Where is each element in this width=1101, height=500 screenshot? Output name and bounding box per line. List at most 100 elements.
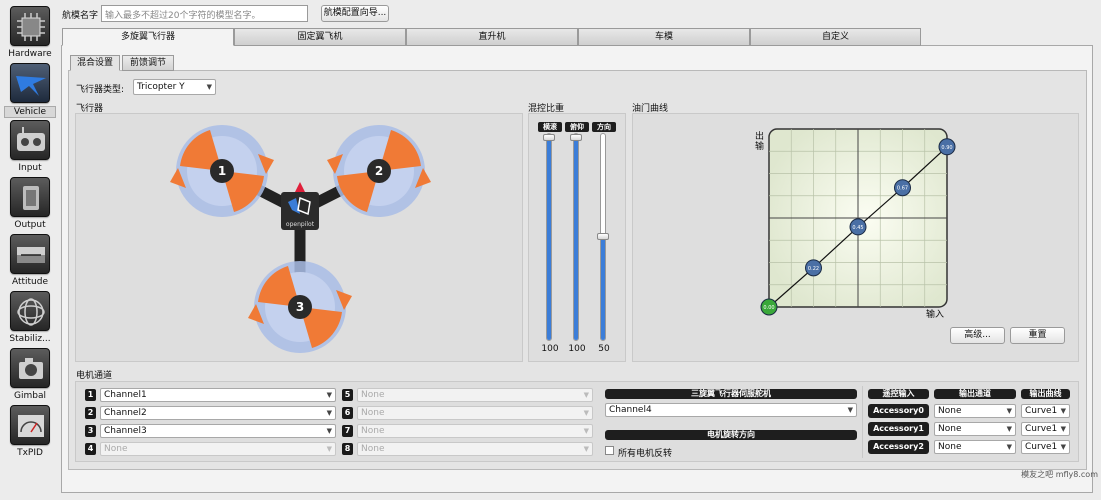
accessory1-channel-select[interactable]: None ▼: [934, 422, 1016, 436]
subtab-feedforward[interactable]: 前馈调节: [122, 55, 174, 71]
curve-point[interactable]: 0.90: [938, 138, 956, 156]
sidebar-item-output[interactable]: Output: [4, 177, 56, 230]
chevron-down-icon: ▼: [583, 409, 589, 417]
curve-point[interactable]: 0.00: [760, 298, 778, 316]
tab-fixed-wing[interactable]: 固定翼飞机: [234, 28, 406, 46]
frame-type-select[interactable]: Tricopter Y ▼: [133, 79, 216, 95]
accessory0-channel-select[interactable]: None ▼: [934, 404, 1016, 418]
sidebar-item-label: Hardware: [8, 49, 52, 59]
vehicle-icon: [10, 63, 50, 103]
tab-custom[interactable]: 自定义: [750, 28, 921, 46]
accessory2-channel-select[interactable]: None ▼: [934, 440, 1016, 454]
accessory0-channel-value: None: [938, 406, 962, 416]
pitch-slider-fill: [574, 134, 578, 340]
gimbal-icon: [10, 348, 50, 388]
frame-type-value: Tricopter Y: [137, 82, 185, 92]
tricopter-servo-value: Channel4: [609, 405, 652, 415]
motor-1-channel-value: Channel1: [104, 390, 147, 400]
advanced-button[interactable]: 高级...: [950, 327, 1005, 344]
sidebar-item-input[interactable]: Input: [4, 120, 56, 173]
tab-multirotor[interactable]: 多旋翼飞行器: [62, 28, 234, 46]
reverse-all-motors-checkbox[interactable]: [605, 446, 614, 455]
chevron-down-icon: ▼: [326, 427, 332, 435]
roll-slider-handle[interactable]: [543, 134, 555, 141]
pitch-value: 100: [568, 344, 586, 354]
motor-6-channel-select[interactable]: None ▼: [357, 406, 593, 420]
roll-slider[interactable]: [543, 133, 555, 341]
motor-1-label: 1: [218, 164, 226, 178]
curve-point[interactable]: 0.22: [805, 259, 822, 277]
motor-5-channel-select[interactable]: None ▼: [357, 388, 593, 402]
motor-1-channel-select[interactable]: Channel1 ▼: [100, 388, 336, 402]
chevron-down-icon: ▼: [326, 409, 332, 417]
pitch-slider[interactable]: [570, 133, 582, 341]
watermark: 模友之吧 mfly8.com: [1021, 470, 1098, 479]
accessory0-curve-select[interactable]: Curve1 ▼: [1021, 404, 1070, 418]
reset-button[interactable]: 重置: [1010, 327, 1065, 344]
motor-3[interactable]: 3: [248, 261, 352, 353]
chevron-down-icon: ▼: [1060, 407, 1066, 415]
sidebar-item-hardware[interactable]: Hardware: [4, 6, 56, 59]
curve-point-label: 0.00: [763, 305, 774, 311]
chevron-down-icon: ▼: [583, 391, 589, 399]
accessory1-curve-select[interactable]: Curve1 ▼: [1021, 422, 1070, 436]
sidebar-item-vehicle[interactable]: Vehicle: [4, 63, 56, 118]
output-icon: [10, 177, 50, 217]
stabilization-icon: [10, 291, 50, 331]
vehicle-wizard-button[interactable]: 航模配置向导...: [321, 5, 389, 22]
sidebar-item-txpid[interactable]: TxPID: [4, 405, 56, 458]
txpid-icon: [10, 405, 50, 445]
motor-3-channel-value: Channel3: [104, 426, 147, 436]
accessory1-curve-value: Curve1: [1025, 424, 1058, 434]
chevron-down-icon: ▼: [583, 445, 589, 453]
accessory2-label: Accessory2: [868, 440, 929, 454]
motor-8-channel-select[interactable]: None ▼: [357, 442, 593, 456]
accessory2-curve-select[interactable]: Curve1 ▼: [1021, 440, 1070, 454]
curve-point-label: 0.22: [808, 266, 819, 272]
yaw-slider-handle[interactable]: [597, 233, 609, 240]
chevron-down-icon: ▼: [1006, 407, 1012, 415]
chevron-down-icon: ▼: [326, 391, 332, 399]
sidebar-item-label: Input: [18, 163, 42, 173]
motor-7-channel-select[interactable]: None ▼: [357, 424, 593, 438]
tab-helicopter[interactable]: 直升机: [406, 28, 578, 46]
yaw-value: 50: [598, 344, 610, 354]
motor-4-channel-select[interactable]: None ▼: [100, 442, 336, 456]
sidebar-item-stabilization[interactable]: Stabiliz...: [4, 291, 56, 344]
yaw-slider[interactable]: [597, 133, 609, 341]
tricopter-servo-title: 三旋翼飞行器伺服舵机: [605, 389, 857, 399]
chevron-down-icon: ▼: [326, 445, 332, 453]
subtab-mixer-settings[interactable]: 混合设置: [70, 55, 120, 71]
sidebar-item-label: TxPID: [17, 448, 43, 458]
accessory-input-header: 遥控输入: [868, 389, 929, 399]
motor-3-channel-select[interactable]: Channel3 ▼: [100, 424, 336, 438]
motor-direction-title: 电机旋转方向: [605, 430, 857, 440]
tab-ground[interactable]: 车模: [578, 28, 750, 46]
motor-6-badge: 6: [342, 407, 353, 419]
pitch-slider-handle[interactable]: [570, 134, 582, 141]
chevron-down-icon: ▼: [1060, 425, 1066, 433]
motor-1[interactable]: 1: [170, 125, 274, 217]
motor-7-channel-value: None: [361, 426, 385, 436]
divider: [862, 386, 863, 458]
chevron-down-icon: ▼: [847, 406, 853, 414]
chevron-down-icon: ▼: [1060, 443, 1066, 451]
sidebar-item-label: Vehicle: [4, 106, 56, 118]
curve-point[interactable]: 0.67: [894, 179, 911, 197]
accessory-curve-header: 输出曲线: [1021, 389, 1070, 399]
tricopter-servo-select[interactable]: Channel4 ▼: [605, 403, 857, 417]
curve-point[interactable]: 0.45: [849, 218, 867, 236]
tricopter-diagram: 1 2 3 openpilot: [170, 125, 431, 353]
model-name-input[interactable]: 输入最多不超过20个字符的模型名字。: [101, 5, 308, 22]
motor-2-channel-select[interactable]: Channel2 ▼: [100, 406, 336, 420]
sidebar-item-gimbal[interactable]: Gimbal: [4, 348, 56, 401]
motor-2[interactable]: 2: [327, 125, 431, 217]
throttle-curve-chart[interactable]: 0.00 0.22 0.45 0.67 0.90: [760, 126, 960, 322]
motor-5-channel-value: None: [361, 390, 385, 400]
sidebar: Hardware Vehicle Input Output Attitude S…: [0, 0, 58, 500]
accessory2-channel-value: None: [938, 442, 962, 452]
accessory0-curve-value: Curve1: [1025, 406, 1058, 416]
sidebar-item-attitude[interactable]: Attitude: [4, 234, 56, 287]
chevron-down-icon: ▼: [1006, 443, 1012, 451]
motor-3-label: 3: [296, 300, 304, 314]
